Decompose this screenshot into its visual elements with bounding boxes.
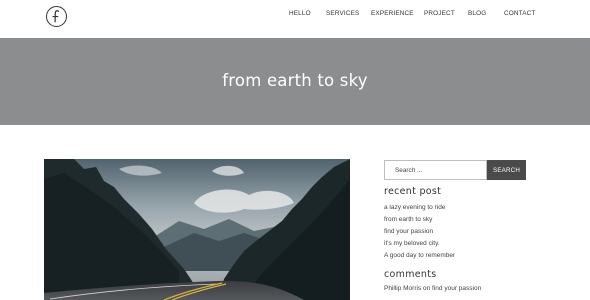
page-title: from earth to sky xyxy=(222,71,368,90)
nav-hello[interactable]: HELLO xyxy=(289,10,311,17)
nav-services[interactable]: SERVICES xyxy=(326,10,359,17)
comment-connector: on xyxy=(421,285,433,292)
comment-author-link[interactable]: Phillip Morris xyxy=(384,285,421,292)
comment-entry: Phillip Morris on find your passion xyxy=(384,285,481,292)
recent-post-link[interactable]: from earth to sky xyxy=(384,214,544,226)
search-input[interactable] xyxy=(384,160,487,180)
comment-post-link[interactable]: find your passion xyxy=(432,285,481,292)
nav-contact[interactable]: CONTACT xyxy=(504,10,535,17)
recent-post-list: a lazy evening to ride from earth to sky… xyxy=(384,202,544,262)
recent-post-heading: recent post xyxy=(384,186,442,197)
recent-post-link[interactable]: A good day to remember xyxy=(384,250,544,262)
main-nav: HELLO SERVICES EXPERIENCE PROJECT BLOG C… xyxy=(0,10,590,20)
nav-experience[interactable]: EXPERIENCE xyxy=(371,10,414,17)
hero-banner: from earth to sky xyxy=(0,38,590,125)
road-landscape-image xyxy=(44,159,350,300)
recent-post-link[interactable]: find your passion xyxy=(384,226,544,238)
nav-blog[interactable]: BLOG xyxy=(468,10,486,17)
recent-post-link[interactable]: a lazy evening to ride xyxy=(384,202,544,214)
site-header: HELLO SERVICES EXPERIENCE PROJECT BLOG C… xyxy=(0,0,590,38)
recent-post-link[interactable]: it's my beloved city. xyxy=(384,238,544,250)
comments-heading: comments xyxy=(384,269,437,280)
featured-image[interactable] xyxy=(44,159,350,300)
nav-project[interactable]: PROJECT xyxy=(424,10,455,17)
search-button[interactable]: SEARCH xyxy=(487,160,526,180)
